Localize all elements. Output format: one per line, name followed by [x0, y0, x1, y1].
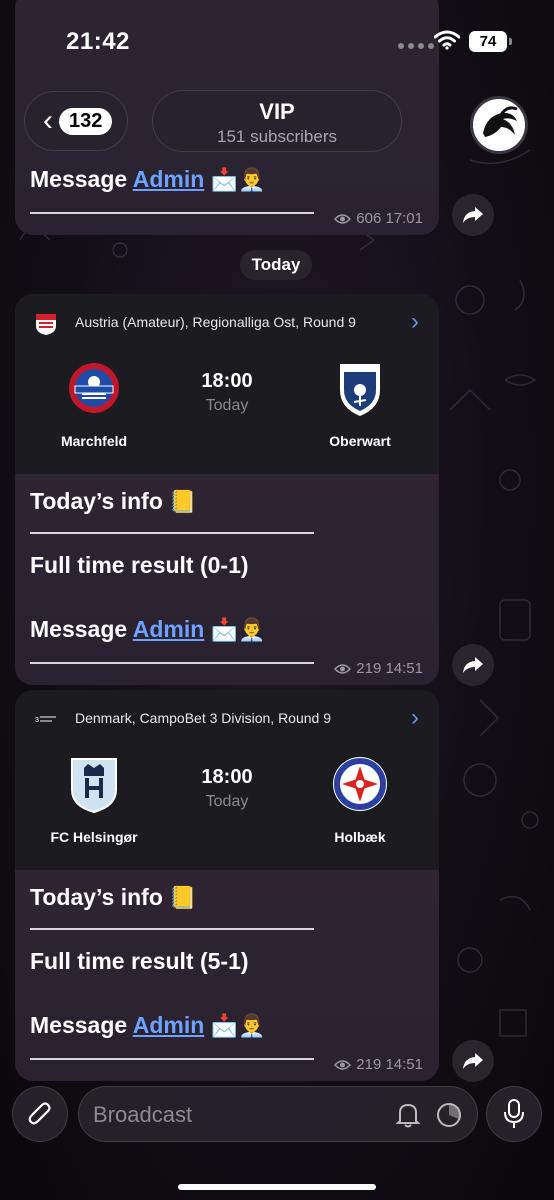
envelope-icon: 📩 [210, 617, 239, 642]
forward-button[interactable] [452, 644, 494, 686]
subscriber-count: 151 subscribers [216, 127, 337, 146]
bell-icon[interactable] [395, 1101, 421, 1129]
microphone-button[interactable] [486, 1086, 542, 1142]
message-meta: 606 17:01 [334, 210, 423, 227]
message-body: Today’s info 📒 Full time result (5-1) Me… [15, 870, 439, 1081]
message-meta: 219 14:51 [334, 1056, 423, 1073]
message-card-match-2[interactable]: 3 Denmark, CampoBet 3 Division, Round 9 … [15, 690, 439, 1081]
composer-bar [0, 1080, 554, 1200]
timer-icon[interactable] [435, 1101, 463, 1129]
info-title-line: Today’s info 📒 [15, 884, 197, 911]
info-title: Today’s info [30, 884, 163, 910]
cellular-signal-icon [398, 43, 434, 49]
message-admin-line: Message Admin 📩👨‍💼 [15, 616, 265, 643]
chevron-right-icon[interactable]: › [411, 308, 419, 336]
home-team-name: FC Helsingør [50, 829, 138, 845]
svg-text:3: 3 [35, 717, 39, 724]
status-bar: 21:42 74 [0, 0, 554, 80]
unread-count-badge: 132 [59, 107, 113, 135]
views-time: 219 14:51 [356, 1056, 423, 1073]
message-admin-line: Message Admin 📩👨‍💼 [15, 1012, 265, 1039]
away-team-crest-icon [333, 757, 387, 811]
divider-line [30, 928, 314, 930]
mic-icon [504, 1099, 524, 1128]
away-team-crest-icon [340, 364, 380, 416]
eye-icon [334, 213, 352, 224]
chat-screen: Message Admin 📩👨‍💼 606 17:01 21:42 74 ‹ … [0, 0, 554, 1200]
league-logo-icon: 3 [35, 716, 56, 724]
forward-icon [463, 1053, 483, 1069]
forward-button[interactable] [452, 1040, 494, 1082]
match-widget[interactable]: Austria (Amateur), Regionalliga Ost, Rou… [15, 294, 439, 474]
home-indicator[interactable] [178, 1184, 376, 1190]
competition-name: Denmark, CampoBet 3 Division, Round 9 [75, 710, 332, 726]
channel-title: VIP [259, 99, 295, 124]
divider-line [30, 212, 314, 214]
broadcast-input-box[interactable] [78, 1086, 478, 1142]
forward-icon [463, 657, 483, 673]
admin-link[interactable]: Admin [133, 616, 205, 642]
views-time: 606 17:01 [356, 210, 423, 227]
message-label: Message [30, 166, 128, 192]
message-label: Message [30, 616, 128, 642]
divider-line [30, 662, 314, 664]
admin-link[interactable]: Admin [133, 166, 205, 192]
date-separator: Today [240, 250, 312, 280]
admin-link[interactable]: Admin [133, 1012, 205, 1038]
home-team-name: Marchfeld [60, 433, 128, 449]
divider-line [30, 532, 314, 534]
broadcast-input[interactable] [93, 1097, 373, 1133]
back-button[interactable]: ‹ 132 [24, 91, 128, 151]
person-icon: 👨‍💼 [238, 1013, 266, 1038]
wifi-icon [434, 30, 460, 50]
channel-avatar[interactable] [470, 96, 528, 154]
battery-indicator: 74 [469, 31, 512, 52]
forward-button[interactable] [452, 194, 494, 236]
message-card-match-1[interactable]: Austria (Amateur), Regionalliga Ost, Rou… [15, 294, 439, 685]
attach-button[interactable] [12, 1086, 68, 1142]
result-text: Full time result (0-1) [30, 552, 249, 578]
goat-logo-icon [473, 99, 525, 151]
competition-name: Austria (Amateur), Regionalliga Ost, Rou… [75, 314, 356, 330]
views-time: 219 14:51 [356, 660, 423, 677]
info-title-line: Today’s info 📒 [15, 488, 197, 515]
eye-icon [334, 1059, 352, 1070]
forward-icon [463, 207, 483, 223]
status-time: 21:42 [66, 28, 130, 55]
message-body: Today’s info 📒 Full time result (0-1) Me… [15, 474, 439, 685]
envelope-icon: 📩 [210, 1013, 239, 1038]
message-meta: 219 14:51 [334, 660, 423, 677]
envelope-icon: 📩 [210, 167, 239, 192]
eye-icon [334, 663, 352, 674]
divider-line [30, 1058, 314, 1060]
person-icon: 👨‍💼 [238, 167, 266, 192]
info-title: Today’s info [30, 488, 163, 514]
result-text: Full time result (5-1) [30, 948, 249, 974]
channel-header[interactable]: VIP 151 subscribers [152, 90, 402, 152]
away-team-name: Holbæk [334, 829, 386, 845]
attach-icon [28, 1102, 51, 1125]
message-label: Message [30, 1012, 128, 1038]
notebook-icon: 📒 [169, 885, 197, 910]
chevron-right-icon[interactable]: › [411, 704, 419, 732]
person-icon: 👨‍💼 [238, 617, 266, 642]
away-team: Holbæk [300, 756, 420, 845]
league-logo-icon [36, 314, 56, 335]
back-chevron-icon: ‹ [43, 104, 53, 137]
match-widget[interactable]: 3 Denmark, CampoBet 3 Division, Round 9 … [15, 690, 439, 870]
away-team: Oberwart [300, 360, 420, 449]
message-admin-line: Message Admin 📩👨‍💼 [15, 166, 265, 193]
away-team-name: Oberwart [329, 433, 391, 449]
notebook-icon: 📒 [169, 489, 197, 514]
